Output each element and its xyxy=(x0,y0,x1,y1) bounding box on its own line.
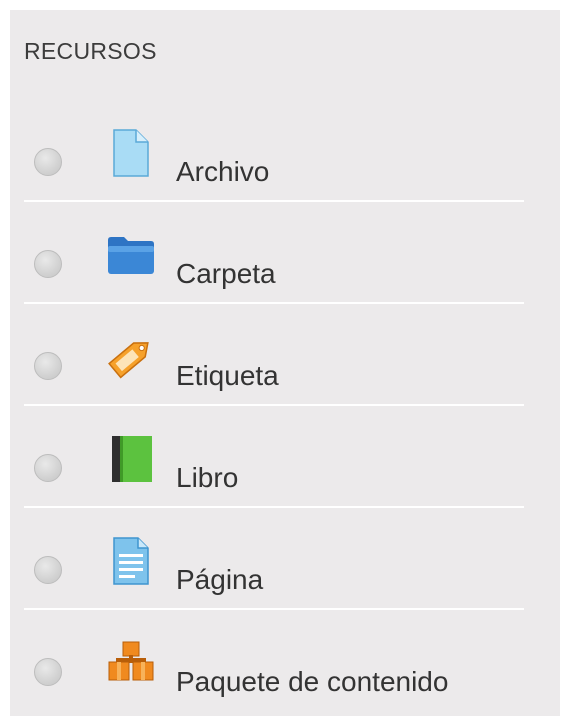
resource-label: Archivo xyxy=(176,156,270,187)
resource-label: Paquete de contenido xyxy=(176,666,449,697)
package-icon xyxy=(106,638,156,688)
resource-item-paquete[interactable]: Paquete de contenido xyxy=(24,610,524,712)
resource-item-libro[interactable]: Libro xyxy=(24,406,524,508)
section-title: RECURSOS xyxy=(24,38,157,64)
resource-list: Archivo Carpeta Etiqueta Libro Página Pa… xyxy=(24,100,524,712)
resource-label: Carpeta xyxy=(176,258,276,289)
resource-label: Etiqueta xyxy=(176,360,279,391)
radio-button[interactable] xyxy=(34,148,62,176)
radio-button[interactable] xyxy=(34,454,62,482)
page-icon xyxy=(106,536,156,586)
resource-item-etiqueta[interactable]: Etiqueta xyxy=(24,304,524,406)
book-icon xyxy=(106,434,156,484)
resources-panel: RECURSOS Archivo Carpeta Etiqueta Libro … xyxy=(10,10,560,716)
folder-icon xyxy=(106,230,156,280)
file-icon xyxy=(106,128,156,178)
radio-button[interactable] xyxy=(34,352,62,380)
resource-item-pagina[interactable]: Página xyxy=(24,508,524,610)
radio-button[interactable] xyxy=(34,658,62,686)
resource-label: Libro xyxy=(176,462,239,493)
resource-item-carpeta[interactable]: Carpeta xyxy=(24,202,524,304)
radio-button[interactable] xyxy=(34,250,62,278)
radio-button[interactable] xyxy=(34,556,62,584)
resource-label: Página xyxy=(176,564,264,595)
tag-icon xyxy=(106,332,156,382)
resource-item-archivo[interactable]: Archivo xyxy=(24,100,524,202)
